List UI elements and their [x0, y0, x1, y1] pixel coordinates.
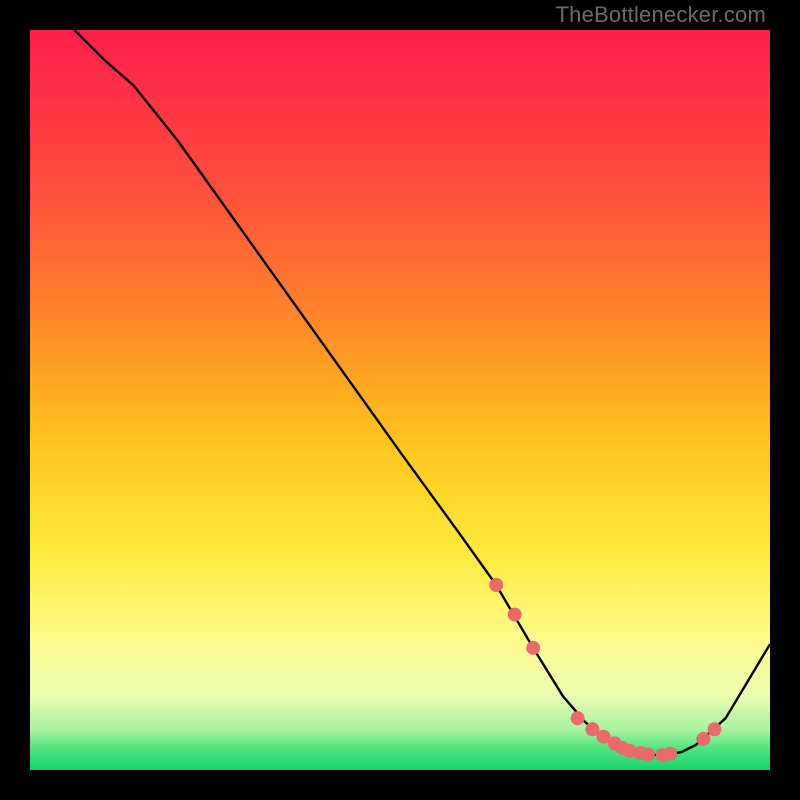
marker-point: [663, 747, 677, 761]
bottleneck-chart: [30, 30, 770, 770]
marker-point: [571, 711, 585, 725]
gradient-background: [30, 30, 770, 770]
marker-point: [641, 747, 655, 761]
chart-frame: [30, 30, 770, 770]
marker-point: [526, 641, 540, 655]
watermark-label: TheBottlenecker.com: [556, 2, 766, 28]
marker-point: [489, 578, 503, 592]
marker-point: [696, 732, 710, 746]
marker-point: [708, 722, 722, 736]
marker-point: [508, 608, 522, 622]
